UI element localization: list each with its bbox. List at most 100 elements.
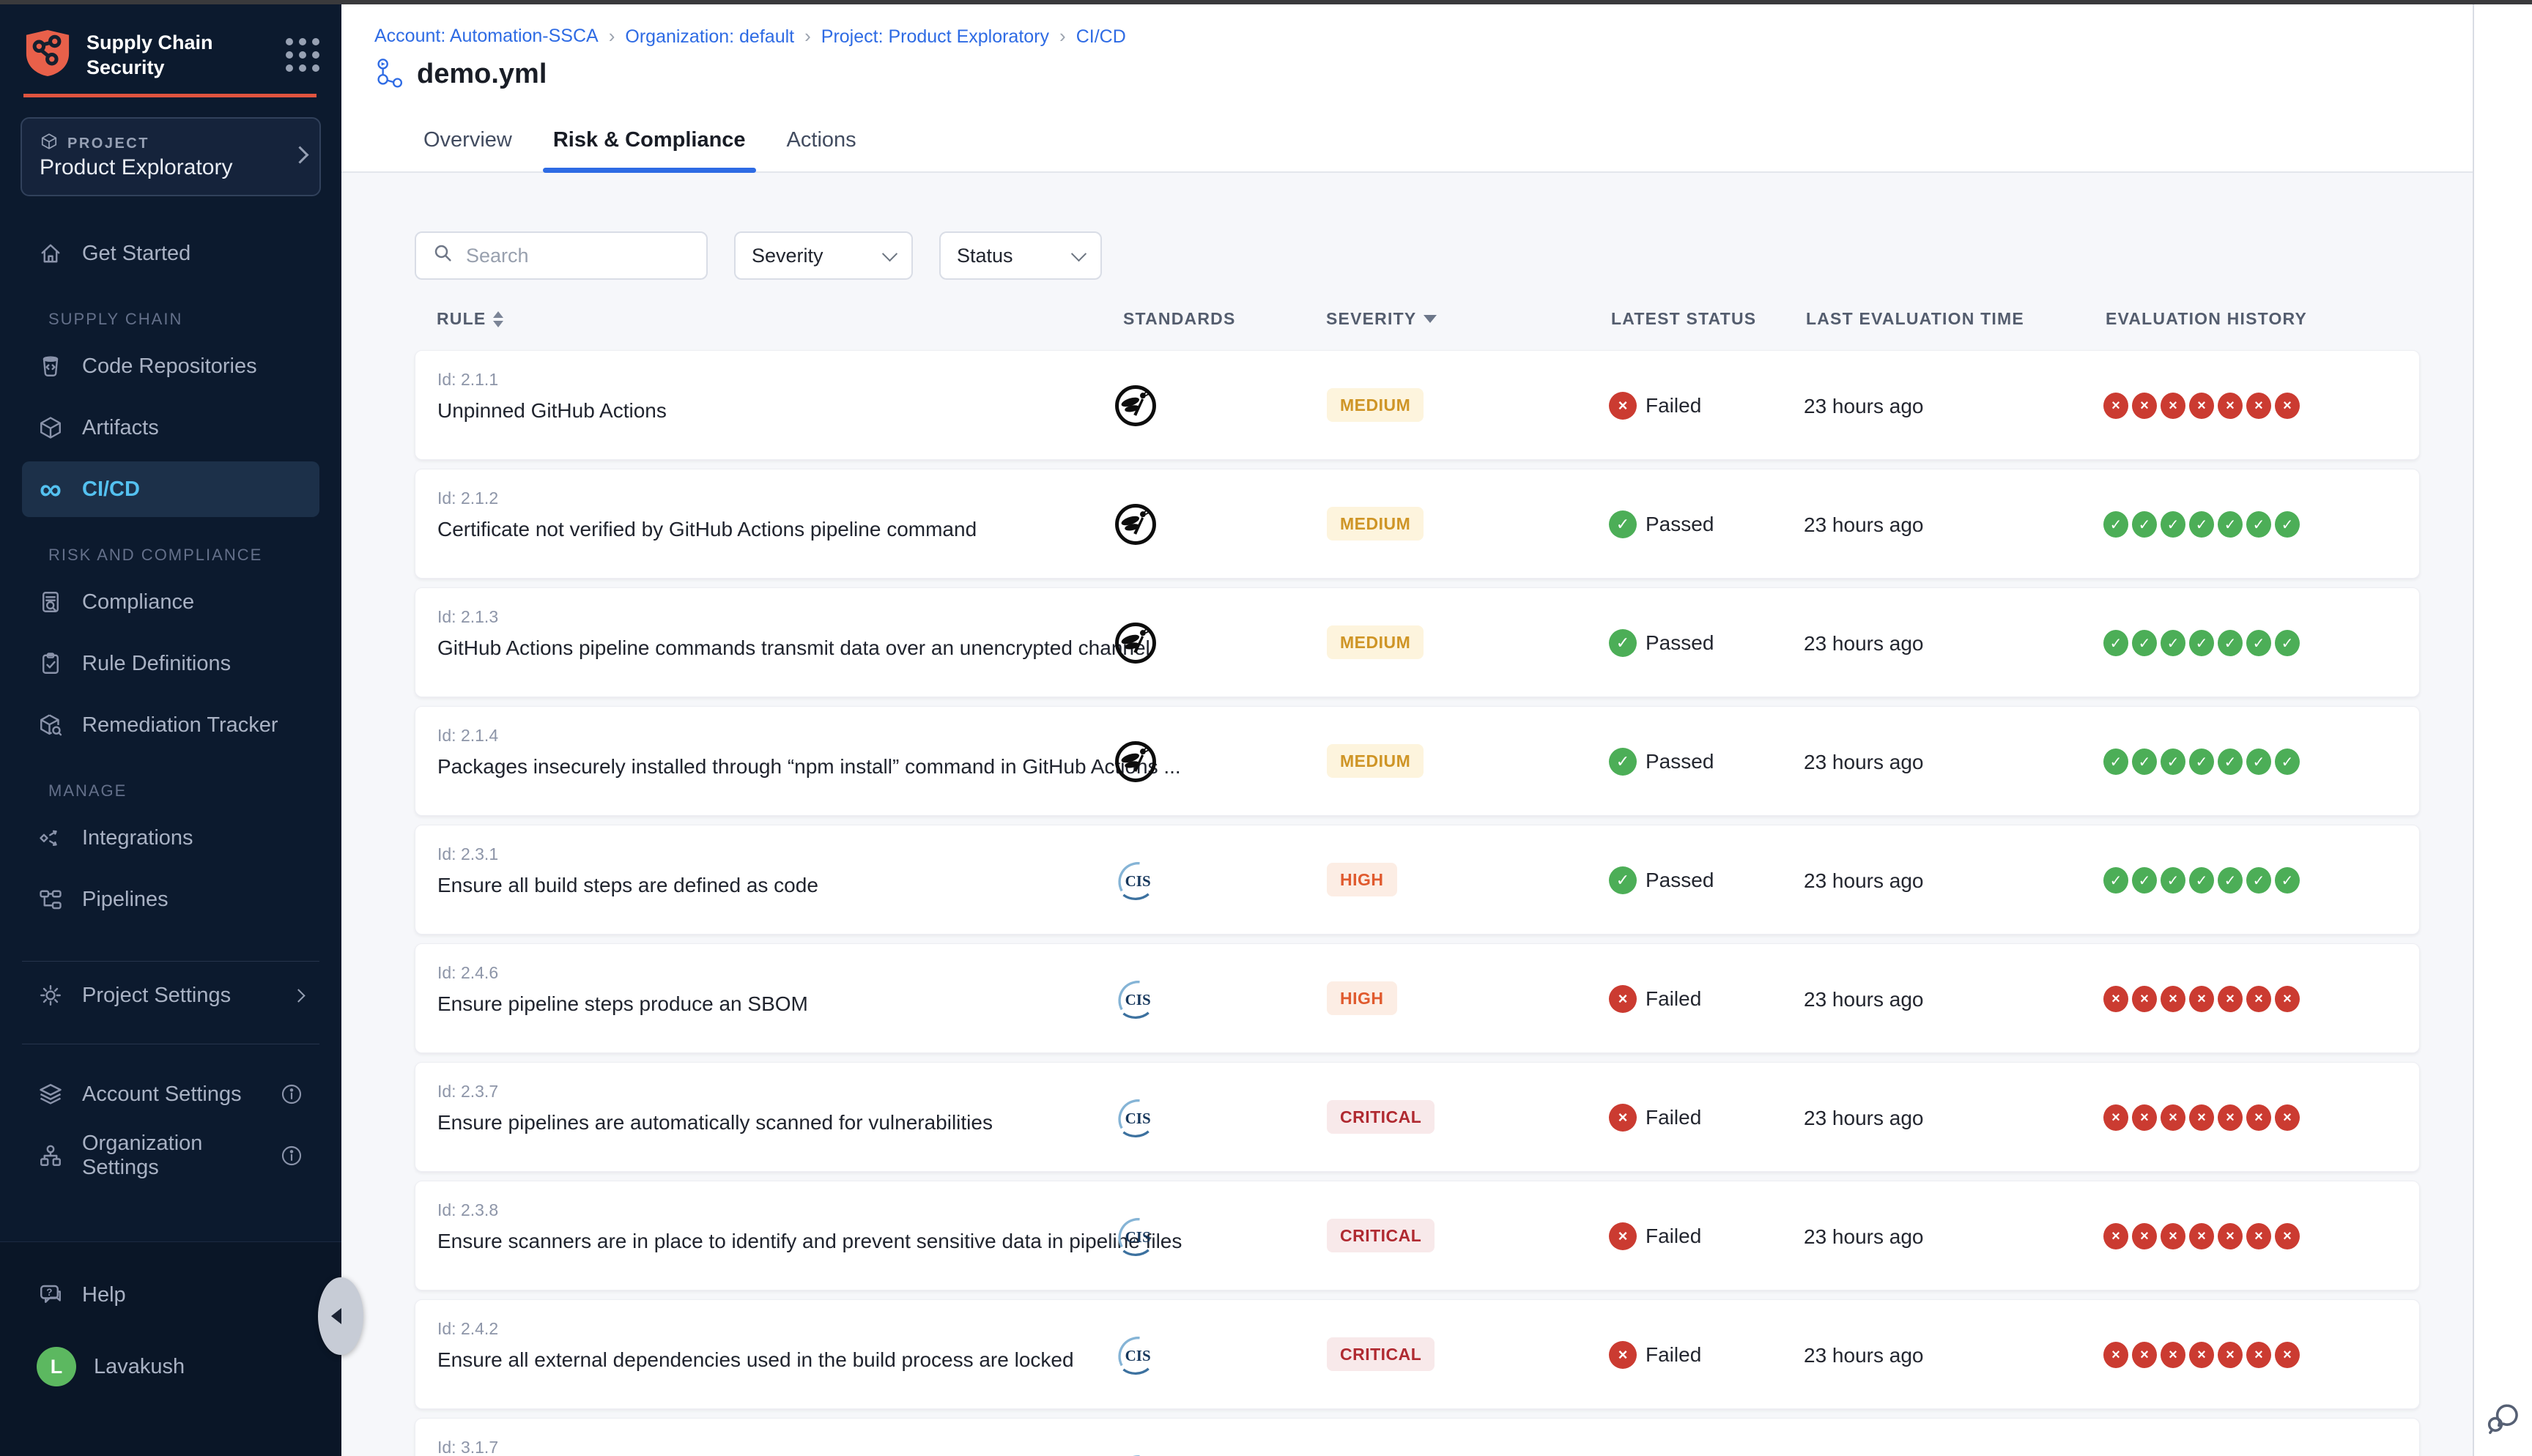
apps-grid-icon[interactable] xyxy=(286,38,319,72)
history-fail-icon: × xyxy=(2189,393,2214,419)
column-header-severity[interactable]: SEVERITY xyxy=(1326,309,1437,329)
sidebar-item-account-settings[interactable]: Account Settings xyxy=(22,1066,319,1122)
sidebar-item-code-repositories[interactable]: Code Repositories xyxy=(22,338,319,394)
sort-desc-icon xyxy=(1424,315,1437,323)
sidebar-item-rule-definitions[interactable]: Rule Definitions xyxy=(22,636,319,691)
sidebar-item-compliance[interactable]: Compliance xyxy=(22,574,319,630)
rules-table: Id: 2.1.1 Unpinned GitHub Actions MEDIUM… xyxy=(415,350,2420,1456)
sidebar-item-project-settings[interactable]: Project Settings xyxy=(22,967,319,1023)
sidebar-item-organization-settings[interactable]: Organization Settings xyxy=(22,1128,319,1184)
sidebar-item-remediation-tracker[interactable]: Remediation Tracker xyxy=(22,697,319,753)
sidebar-item-label: CI/CD xyxy=(82,478,140,502)
history-pass-icon: ✓ xyxy=(2132,630,2157,656)
tab-actions[interactable]: Actions xyxy=(787,108,856,171)
rule-id: Id: 2.1.3 xyxy=(437,607,498,627)
rule-name: GitHub Actions pipeline commands transmi… xyxy=(437,636,1150,660)
history-fail-icon: × xyxy=(2161,1223,2185,1249)
sidebar-item-cicd[interactable]: ∞ CI/CD xyxy=(22,461,319,517)
status-label: Failed xyxy=(1646,1106,1701,1129)
rule-id: Id: 2.4.2 xyxy=(437,1319,498,1339)
owasp-standard-icon xyxy=(1113,502,1158,547)
main-content: Severity Status RULE STANDARDS SEVERITY … xyxy=(341,173,2474,1456)
sort-icon xyxy=(493,311,503,327)
svg-text:CIS: CIS xyxy=(1125,1347,1151,1364)
table-row[interactable]: Id: 2.4.2 Ensure all external dependenci… xyxy=(415,1299,2420,1409)
latest-status: × Failed xyxy=(1609,1341,1701,1369)
breadcrumb-organization[interactable]: Organization: default xyxy=(599,25,794,48)
pipelines-icon xyxy=(37,885,64,913)
status-label: Failed xyxy=(1646,394,1701,417)
column-header-rule[interactable]: RULE xyxy=(437,309,503,329)
standards-icon: CIS xyxy=(1113,1332,1158,1378)
sidebar-item-artifacts[interactable]: Artifacts xyxy=(22,400,319,456)
sidebar-item-integrations[interactable]: Integrations xyxy=(22,810,319,866)
sidebar-item-get-started[interactable]: Get Started xyxy=(22,226,319,281)
history-fail-icon: × xyxy=(2189,1223,2214,1249)
evaluation-history: ✓✓✓✓✓✓✓ xyxy=(2103,749,2300,775)
breadcrumb-project[interactable]: Project: Product Exploratory xyxy=(794,25,1049,48)
table-row[interactable]: Id: 2.1.3 GitHub Actions pipeline comman… xyxy=(415,587,2420,697)
user-menu[interactable]: L Lavakush xyxy=(22,1339,319,1394)
help-button[interactable]: ? Help xyxy=(22,1267,319,1323)
sidebar-section-heading: RISK AND COMPLIANCE xyxy=(48,542,341,568)
table-row[interactable]: Id: 2.1.4 Packages insecurely installed … xyxy=(415,706,2420,816)
latest-status: ✓ Passed xyxy=(1609,866,1714,894)
chat-bubbles-icon[interactable] xyxy=(2484,1400,2521,1437)
history-fail-icon: × xyxy=(2275,1342,2300,1368)
app-title: Supply Chain Security xyxy=(86,30,248,80)
rule-id: Id: 2.4.6 xyxy=(437,963,498,983)
history-pass-icon: ✓ xyxy=(2132,749,2157,775)
column-header-evaluation-history[interactable]: EVALUATION HISTORY xyxy=(2106,309,2307,329)
latest-status: ✓ Passed xyxy=(1609,748,1714,776)
cis-standard-icon: CIS xyxy=(1113,1332,1158,1378)
latest-status: ✓ Passed xyxy=(1609,510,1714,538)
status-icon: ✓ xyxy=(1609,866,1637,894)
search-box xyxy=(415,231,708,280)
status-label: Failed xyxy=(1646,987,1701,1011)
artifacts-cube-icon xyxy=(37,414,64,442)
table-row[interactable]: Id: 3.1.7 CIS CRITICAL × Failed 23 hours… xyxy=(415,1418,2420,1456)
owasp-standard-icon xyxy=(1113,739,1158,784)
table-row[interactable]: Id: 2.3.1 Ensure all build steps are def… xyxy=(415,825,2420,935)
history-fail-icon: × xyxy=(2246,1223,2271,1249)
table-row[interactable]: Id: 2.1.1 Unpinned GitHub Actions MEDIUM… xyxy=(415,350,2420,460)
breadcrumb-account[interactable]: Account: Automation-SSCA xyxy=(374,26,599,47)
history-fail-icon: × xyxy=(2275,1223,2300,1249)
table-row[interactable]: Id: 2.3.8 Ensure scanners are in place t… xyxy=(415,1181,2420,1290)
history-fail-icon: × xyxy=(2189,1342,2214,1368)
table-row[interactable]: Id: 2.3.7 Ensure pipelines are automatic… xyxy=(415,1062,2420,1172)
history-pass-icon: ✓ xyxy=(2218,867,2243,894)
table-row[interactable]: Id: 2.1.2 Certificate not verified by Gi… xyxy=(415,469,2420,579)
tab-risk-and-compliance[interactable]: Risk & Compliance xyxy=(553,108,746,171)
rule-id: Id: 2.3.7 xyxy=(437,1082,498,1102)
history-fail-icon: × xyxy=(2246,393,2271,419)
history-fail-icon: × xyxy=(2161,1342,2185,1368)
breadcrumb-cicd[interactable]: CI/CD xyxy=(1049,25,1126,48)
tab-overview[interactable]: Overview xyxy=(423,108,512,171)
table-row[interactable]: Id: 2.4.6 Ensure pipeline steps produce … xyxy=(415,943,2420,1053)
column-header-standards[interactable]: STANDARDS xyxy=(1123,309,1235,329)
last-evaluation-time: 23 hours ago xyxy=(1804,1107,1923,1130)
evaluation-history: ××××××× xyxy=(2103,1104,2300,1131)
status-filter-dropdown[interactable]: Status xyxy=(939,231,1102,280)
history-fail-icon: × xyxy=(2189,1104,2214,1131)
column-label: LAST EVALUATION TIME xyxy=(1806,309,2024,329)
column-header-latest-status[interactable]: LATEST STATUS xyxy=(1611,309,1756,329)
history-fail-icon: × xyxy=(2246,1342,2271,1368)
sidebar-item-label: Organization Settings xyxy=(82,1132,262,1180)
history-pass-icon: ✓ xyxy=(2275,867,2300,894)
sidebar-item-pipelines[interactable]: Pipelines xyxy=(22,872,319,927)
standards-icon: CIS xyxy=(1113,976,1158,1022)
severity-filter-dropdown[interactable]: Severity xyxy=(734,231,913,280)
sidebar-collapse-handle[interactable] xyxy=(318,1277,363,1355)
history-pass-icon: ✓ xyxy=(2103,867,2128,894)
search-icon xyxy=(432,242,454,270)
project-selector[interactable]: PROJECT Product Exploratory xyxy=(21,117,321,196)
severity-badge: MEDIUM xyxy=(1327,744,1424,778)
column-header-last-evaluation-time[interactable]: LAST EVALUATION TIME xyxy=(1806,309,2024,329)
history-fail-icon: × xyxy=(2132,1223,2157,1249)
history-pass-icon: ✓ xyxy=(2189,630,2214,656)
history-pass-icon: ✓ xyxy=(2161,867,2185,894)
brand-accent-rule xyxy=(23,94,316,97)
search-input[interactable] xyxy=(464,244,690,268)
